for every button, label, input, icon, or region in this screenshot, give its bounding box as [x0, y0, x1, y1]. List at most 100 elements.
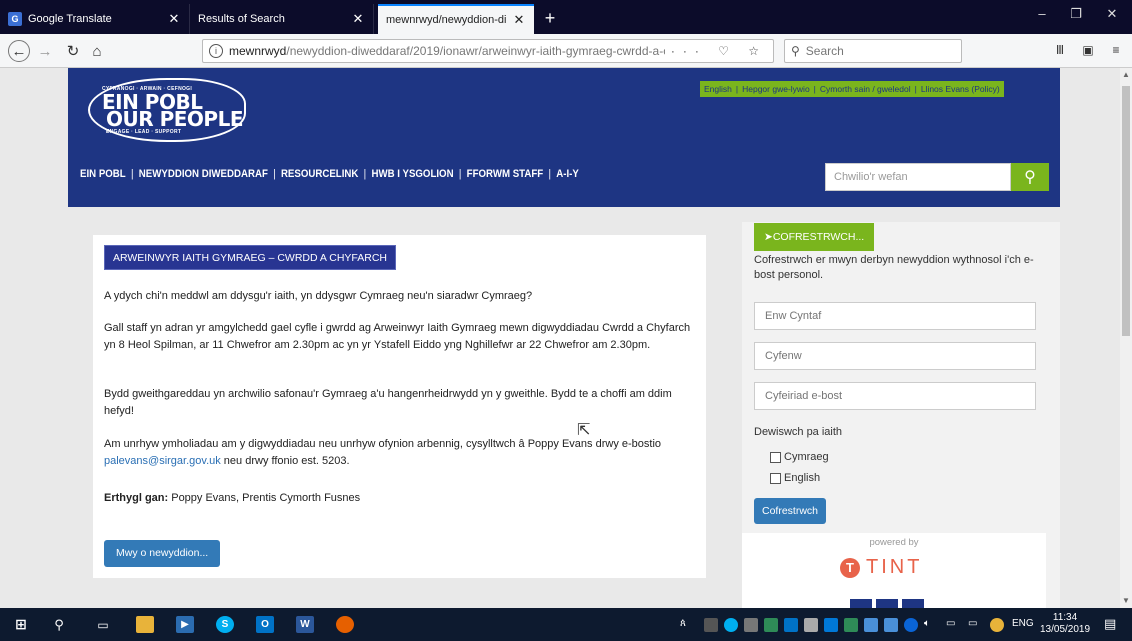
scroll-up-icon[interactable]: ▲	[1120, 70, 1132, 79]
notifications-icon[interactable]: ▤	[1104, 616, 1116, 632]
separator: |	[273, 168, 276, 180]
more-news-button[interactable]: Mwy o newyddion...	[104, 540, 221, 567]
close-icon[interactable]: ✕	[351, 11, 365, 27]
checkbox-box[interactable]	[770, 451, 781, 463]
scroll-down-icon[interactable]: ▼	[1120, 596, 1132, 605]
search-icon[interactable]: ⚲	[50, 616, 68, 633]
signup-tag: ➤COFRESTRWCH...	[754, 223, 875, 251]
nav-a-i-y[interactable]: A-I-Y	[556, 168, 579, 180]
tint-logo[interactable]: T TINT	[840, 556, 922, 579]
tab-google-translate[interactable]: G Google Translate ✕	[0, 4, 190, 34]
link-user[interactable]: Llinos Evans (Policy)	[921, 84, 1000, 94]
tab-results-of-search[interactable]: Results of Search ✕	[190, 4, 374, 34]
volume-icon[interactable]: 🔈︎	[924, 618, 930, 629]
scrollbar-thumb[interactable]	[1122, 86, 1130, 336]
clock[interactable]: 11:34 13/05/2019	[1040, 612, 1090, 636]
language-indicator[interactable]: ENG	[1012, 618, 1034, 629]
first-name-input[interactable]	[754, 302, 1036, 330]
checkbox-label: English	[784, 472, 821, 484]
nav-ein-pobl[interactable]: EIN POBL	[80, 168, 126, 180]
word-icon[interactable]: W	[296, 616, 314, 633]
link-english[interactable]: English	[704, 84, 732, 94]
signup-panel: ➤COFRESTRWCH... Cofrestrwch er mwyn derb…	[742, 222, 1060, 608]
windows-start-icon[interactable]: ⊞	[12, 616, 30, 633]
tray-app-icon[interactable]	[764, 618, 778, 632]
url-bar[interactable]: i mewnrwyd/newyddion-diweddaraf/2019/ion…	[202, 39, 774, 63]
tab-label: Results of Search	[198, 13, 285, 25]
close-icon[interactable]: ✕	[512, 12, 526, 28]
tray-app-icon[interactable]	[844, 618, 858, 632]
url-host: mewnrwyd	[229, 44, 287, 58]
separator: |	[548, 168, 551, 180]
separator: |	[130, 168, 134, 180]
nav-resourcelink[interactable]: RESOURCELINK	[281, 168, 358, 180]
tray-app-icon[interactable]	[864, 618, 878, 632]
social-icon[interactable]	[902, 599, 924, 608]
menu-icon[interactable]: ≡	[1106, 43, 1126, 57]
tray-mail-icon[interactable]	[784, 618, 798, 632]
url-text[interactable]: mewnrwyd/newyddion-diweddaraf/2019/ionaw…	[229, 44, 665, 58]
nav-fforwm[interactable]: FFORWM STAFF	[467, 168, 544, 180]
tray-app-icon[interactable]	[824, 618, 838, 632]
site-search-button[interactable]: ⚲	[1011, 163, 1049, 191]
info-icon[interactable]: i	[209, 44, 223, 58]
link-accessibility[interactable]: Cymorth sain / gweledol	[820, 84, 911, 94]
library-icon[interactable]: Ⅲ	[1050, 43, 1070, 57]
task-view-icon[interactable]: ▭	[94, 616, 112, 633]
checkbox-box[interactable]	[770, 472, 781, 484]
article-para-1: A ydych chi'n meddwl am ddysgu'r iaith, …	[104, 290, 533, 302]
people-icon[interactable]: ጰ	[680, 618, 686, 629]
firefox-icon[interactable]	[336, 616, 354, 633]
signup-submit-button[interactable]: Cofrestrwch	[754, 498, 827, 524]
tray-app-icon[interactable]	[744, 618, 758, 632]
email-input[interactable]	[754, 382, 1036, 410]
outlook-icon[interactable]: O	[256, 616, 274, 633]
browser-search-input[interactable]: ⚲ Search	[784, 39, 962, 63]
site-search-input[interactable]: Chwilio'r wefan	[825, 163, 1011, 191]
tray-app-icon[interactable]	[884, 618, 898, 632]
chat-icon[interactable]: ▭	[968, 618, 977, 629]
sidebar-icon[interactable]: ▣	[1078, 43, 1098, 57]
restore-button[interactable]: ❐	[1064, 6, 1088, 22]
page-actions-icon[interactable]: ··· ♡ ☆	[671, 44, 767, 58]
network-icon[interactable]: ▭	[946, 618, 955, 629]
link-skip-nav[interactable]: Hepgor gwe-lywio	[742, 84, 810, 94]
close-window-button[interactable]: ✕	[1100, 6, 1124, 22]
media-player-icon[interactable]: ▶	[176, 616, 194, 633]
email-link[interactable]: palevans@sirgar.gov.uk	[104, 455, 221, 467]
back-button[interactable]: ←	[8, 40, 30, 62]
nav-newyddion[interactable]: NEWYDDION DIWEDDARAF	[139, 168, 268, 180]
social-icon[interactable]	[850, 599, 872, 608]
new-tab-button[interactable]: +	[538, 4, 562, 32]
tray-skype-icon[interactable]	[724, 618, 738, 632]
reload-button[interactable]: ↻	[62, 40, 84, 62]
checkbox-english[interactable]: English	[770, 472, 820, 484]
page-scrollbar[interactable]: ▲ ▼	[1120, 68, 1132, 608]
bluetooth-icon[interactable]	[904, 618, 918, 632]
minimize-button[interactable]: –	[1030, 6, 1054, 21]
send-icon: ➤	[764, 231, 773, 243]
reload-icon: ↻	[66, 43, 80, 60]
tab-mewnrwyd[interactable]: mewnrwyd/newyddion-diweddaraf/ ✕	[378, 4, 534, 34]
browser-tabstrip: G Google Translate ✕ Results of Search ✕…	[0, 0, 1132, 34]
close-icon[interactable]: ✕	[167, 11, 181, 27]
skype-icon[interactable]: S	[216, 616, 234, 633]
social-icon[interactable]	[876, 599, 898, 608]
author-label: Erthygl gan:	[104, 492, 169, 504]
forward-button[interactable]: →	[34, 40, 56, 62]
tray-app-icon[interactable]	[990, 618, 1004, 632]
home-button[interactable]: ⌂	[86, 40, 108, 62]
separator: |	[363, 168, 367, 180]
file-explorer-icon[interactable]	[136, 616, 154, 633]
tray-cloud-icon[interactable]	[804, 618, 818, 632]
checkbox-cymraeg[interactable]: Cymraeg	[770, 451, 829, 463]
surname-input[interactable]	[754, 342, 1036, 370]
tab-label: Google Translate	[28, 13, 112, 25]
tint-widget: powered by T TINT	[742, 533, 1046, 608]
ein-pobl-logo[interactable]: CYFRANOGI · ARWAIN · CEFNOGI EIN POBL OU…	[88, 78, 248, 146]
signup-tag-label: COFRESTRWCH...	[772, 231, 865, 243]
tray-app-icon[interactable]	[704, 618, 718, 632]
main-nav: EIN POBL | NEWYDDION DIWEDDARAF | RESOUR…	[80, 168, 579, 180]
nav-hwb[interactable]: HWB I YSGOLION	[371, 168, 453, 180]
tint-icon: T	[840, 557, 860, 578]
